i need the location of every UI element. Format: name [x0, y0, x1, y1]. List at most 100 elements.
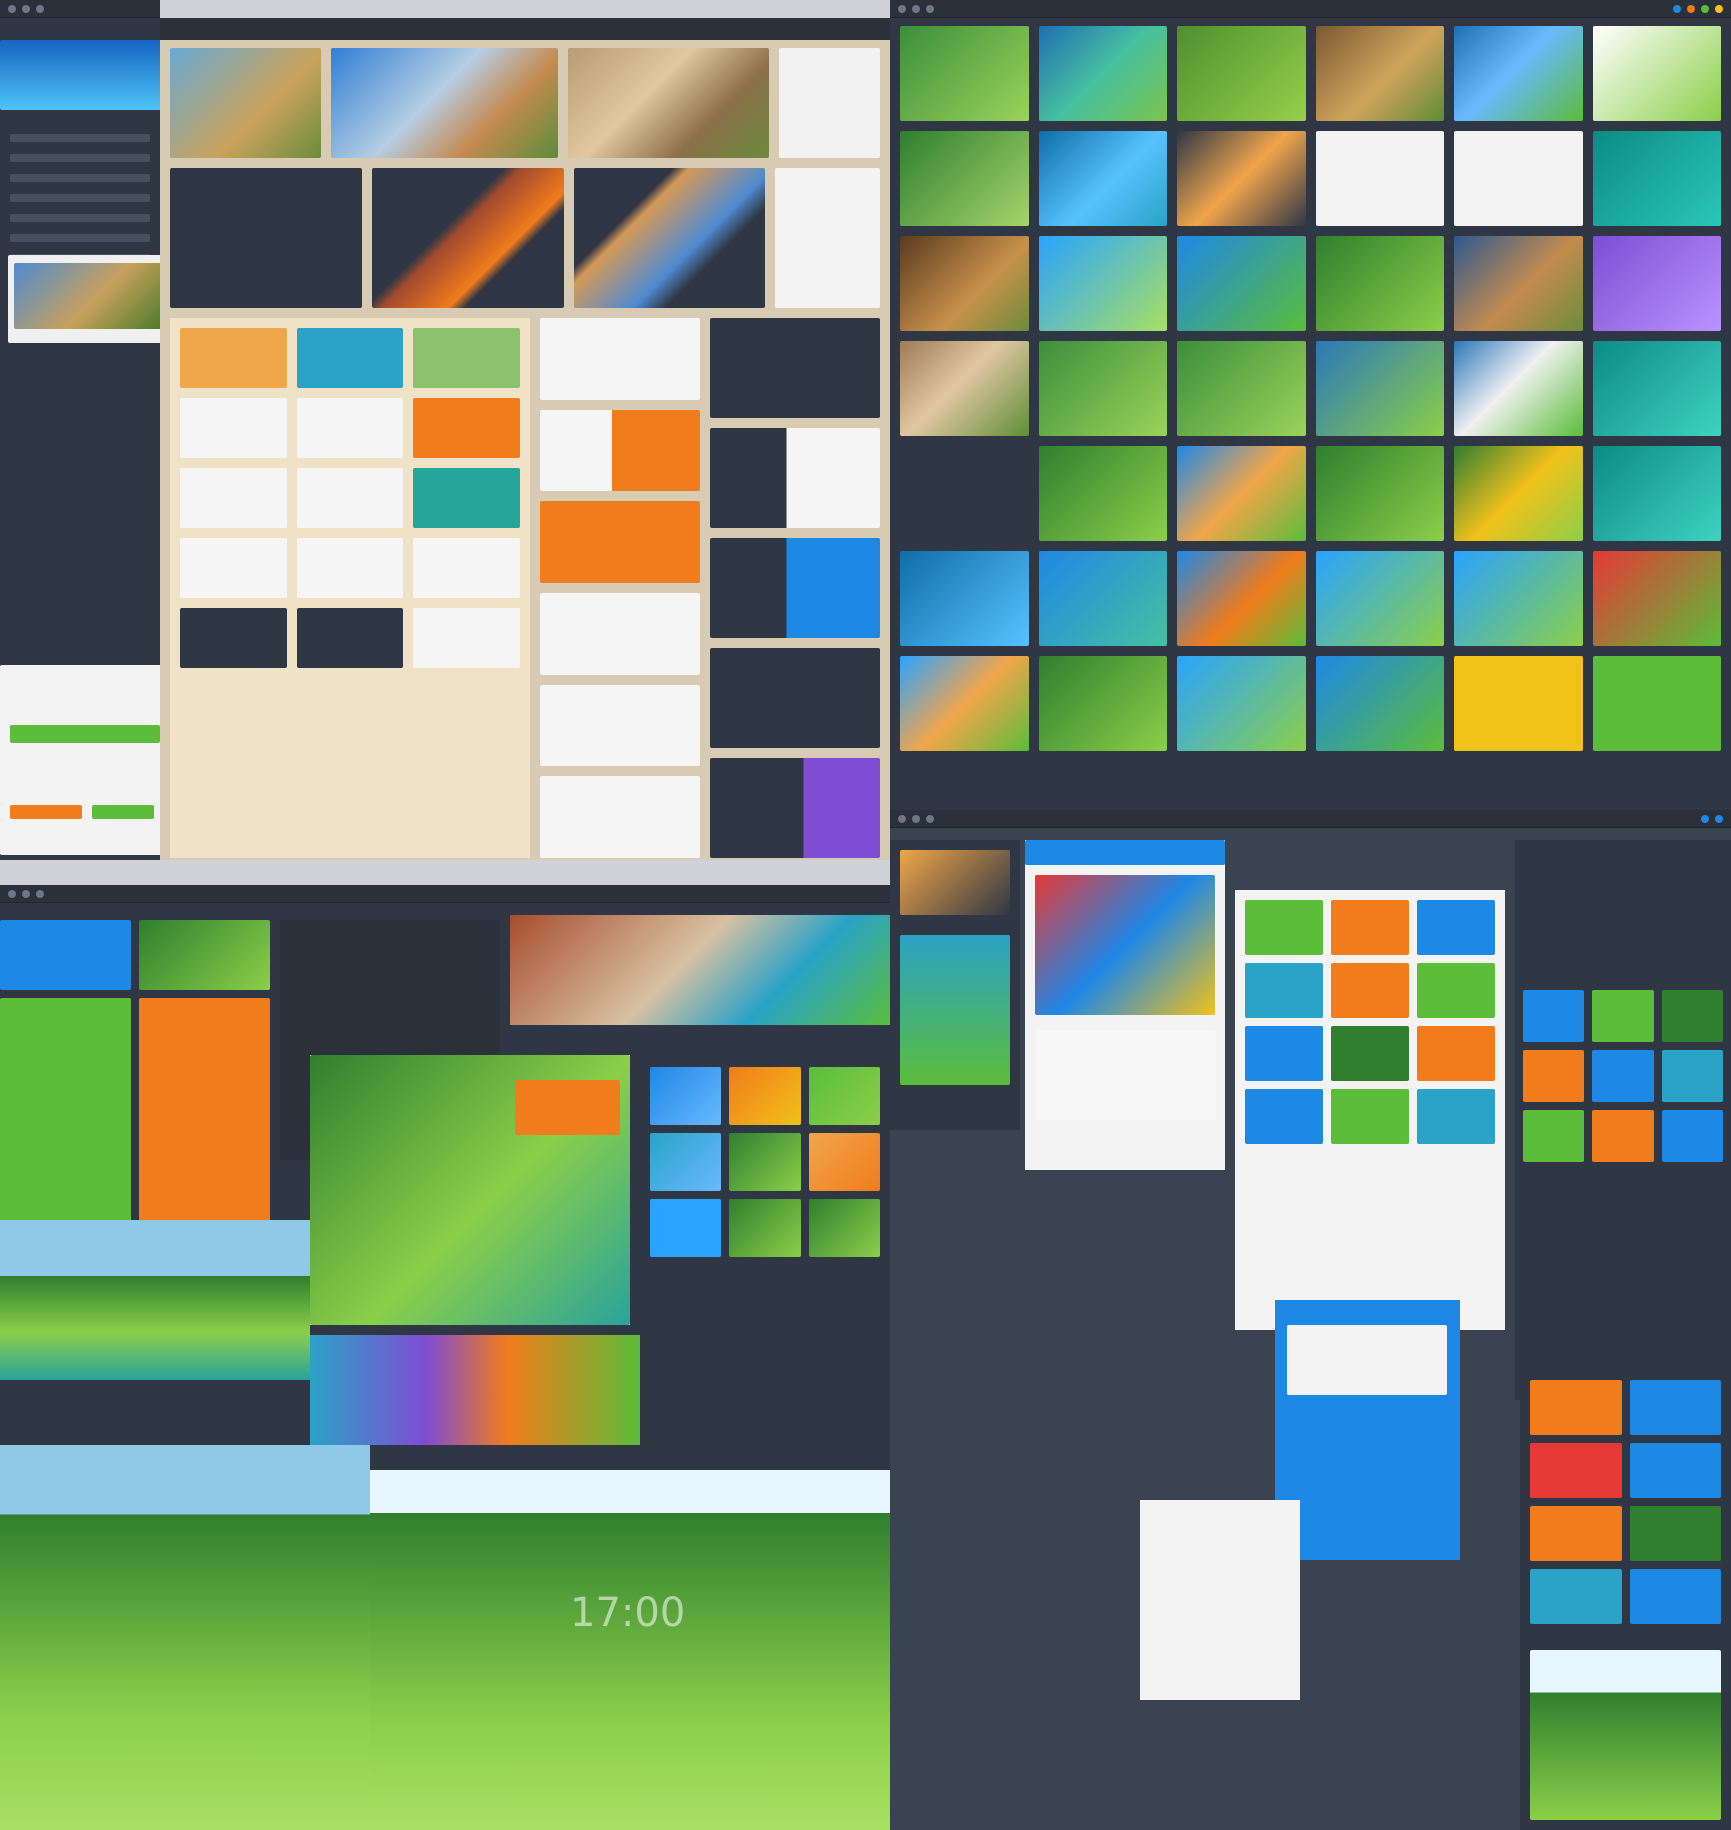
- gallery-tile[interactable]: [650, 1199, 722, 1257]
- column-image[interactable]: [900, 935, 1010, 1085]
- stack-card[interactable]: [1035, 1030, 1215, 1120]
- white-card[interactable]: [775, 168, 880, 308]
- gallery-tile[interactable]: [729, 1133, 801, 1191]
- gallery-tile[interactable]: [650, 1133, 722, 1191]
- minimize-icon[interactable]: [22, 4, 30, 13]
- gallery-tile[interactable]: [650, 1067, 722, 1125]
- right-grid-tile[interactable]: [1629, 1380, 1721, 1435]
- side-tile[interactable]: [1523, 1050, 1585, 1102]
- side-tile[interactable]: [1523, 1110, 1585, 1162]
- mosaic-tile[interactable]: [1245, 1089, 1323, 1144]
- maximize-icon[interactable]: [926, 4, 934, 13]
- mini-card[interactable]: [180, 328, 287, 388]
- thumbnail[interactable]: [567, 48, 770, 158]
- dark-card[interactable]: [371, 168, 564, 308]
- image-tile[interactable]: [1177, 341, 1306, 436]
- mosaic-tile[interactable]: [1417, 963, 1495, 1018]
- gallery-tile[interactable]: [808, 1199, 880, 1257]
- stack-card[interactable]: [540, 409, 700, 492]
- feature-orange-card[interactable]: [515, 1080, 620, 1135]
- image-tile[interactable]: [900, 656, 1029, 751]
- minimize-icon[interactable]: [912, 814, 920, 823]
- gallery-tile[interactable]: [808, 1133, 880, 1191]
- image-tile[interactable]: [900, 236, 1029, 331]
- image-tile[interactable]: [1177, 551, 1306, 646]
- mosaic-tile[interactable]: [1331, 900, 1409, 955]
- image-tile[interactable]: [1315, 131, 1444, 226]
- mosaic-tile[interactable]: [1331, 1089, 1409, 1144]
- column-image[interactable]: [900, 850, 1010, 915]
- image-tile[interactable]: [1454, 551, 1583, 646]
- mini-card[interactable]: [296, 608, 404, 668]
- image-tile[interactable]: [1592, 131, 1721, 226]
- gallery-tile[interactable]: [729, 1067, 801, 1125]
- mosaic-tile[interactable]: [1417, 1026, 1495, 1081]
- bottom-right-window-titlebar[interactable]: [890, 810, 1731, 828]
- image-tile[interactable]: [900, 341, 1029, 436]
- mini-card[interactable]: [296, 398, 404, 458]
- mosaic-tile[interactable]: [1417, 1089, 1495, 1144]
- side-tile[interactable]: [1661, 990, 1723, 1042]
- image-tile[interactable]: [1592, 341, 1721, 436]
- dark-card[interactable]: [710, 648, 880, 748]
- toolbar-icon[interactable]: [1715, 814, 1723, 823]
- dark-card[interactable]: [710, 758, 880, 858]
- image-tile[interactable]: [1038, 656, 1167, 751]
- image-tile[interactable]: [1038, 236, 1167, 331]
- image-tile[interactable]: [900, 26, 1029, 121]
- mosaic-tile[interactable]: [1331, 1026, 1409, 1081]
- close-icon[interactable]: [8, 4, 16, 13]
- dark-card[interactable]: [170, 168, 362, 308]
- image-tile[interactable]: [1592, 551, 1721, 646]
- tile[interactable]: [0, 920, 131, 990]
- sidebar-featured-card[interactable]: [8, 255, 160, 343]
- mosaic-tile[interactable]: [1245, 1026, 1323, 1081]
- close-icon[interactable]: [898, 814, 906, 823]
- sidebar-item[interactable]: [10, 154, 150, 162]
- orange-action-button[interactable]: [10, 805, 82, 819]
- image-tile[interactable]: [900, 551, 1029, 646]
- mini-card[interactable]: [413, 468, 520, 528]
- right-grid-tile[interactable]: [1530, 1380, 1622, 1435]
- mini-card[interactable]: [180, 538, 287, 598]
- stack-card[interactable]: [540, 592, 700, 675]
- stack-card[interactable]: [540, 501, 700, 583]
- mini-card[interactable]: [180, 608, 287, 668]
- image-tile[interactable]: [1038, 26, 1167, 121]
- minimize-icon[interactable]: [912, 4, 920, 13]
- image-tile[interactable]: [1177, 26, 1306, 121]
- image-tile[interactable]: [1315, 551, 1444, 646]
- image-tile[interactable]: [1454, 341, 1583, 436]
- toolbar-icon[interactable]: [1687, 4, 1695, 13]
- mini-card[interactable]: [413, 398, 520, 458]
- close-icon[interactable]: [8, 889, 16, 898]
- gallery-tile[interactable]: [729, 1199, 801, 1257]
- minimize-icon[interactable]: [22, 889, 30, 898]
- image-tile[interactable]: [1592, 656, 1721, 751]
- image-tile[interactable]: [1038, 131, 1167, 226]
- right-grid-tile[interactable]: [1530, 1443, 1622, 1498]
- side-tile[interactable]: [1661, 1110, 1723, 1162]
- mini-card[interactable]: [180, 398, 287, 458]
- image-tile[interactable]: [1592, 236, 1721, 331]
- image-tile[interactable]: [900, 131, 1029, 226]
- image-tile[interactable]: [1592, 446, 1721, 541]
- image-tile[interactable]: [1315, 656, 1444, 751]
- mosaic-tile[interactable]: [1245, 900, 1323, 955]
- mini-card[interactable]: [413, 328, 520, 388]
- sidebar-item[interactable]: [10, 194, 150, 202]
- side-tile[interactable]: [1592, 1110, 1654, 1162]
- tile[interactable]: [139, 998, 270, 1230]
- gallery-tile[interactable]: [808, 1067, 880, 1125]
- toolbar-icon[interactable]: [1673, 4, 1681, 13]
- thumbnail[interactable]: [170, 48, 322, 158]
- mini-card[interactable]: [413, 608, 520, 668]
- right-grid-tile[interactable]: [1530, 1569, 1622, 1624]
- close-icon[interactable]: [898, 4, 906, 13]
- toolbar-icon[interactable]: [1701, 814, 1709, 823]
- image-tile[interactable]: [900, 446, 1029, 541]
- right-grid-tile[interactable]: [1629, 1569, 1721, 1624]
- stack-image[interactable]: [1035, 875, 1215, 1015]
- image-tile[interactable]: [1315, 446, 1444, 541]
- sidebar-item[interactable]: [10, 214, 150, 222]
